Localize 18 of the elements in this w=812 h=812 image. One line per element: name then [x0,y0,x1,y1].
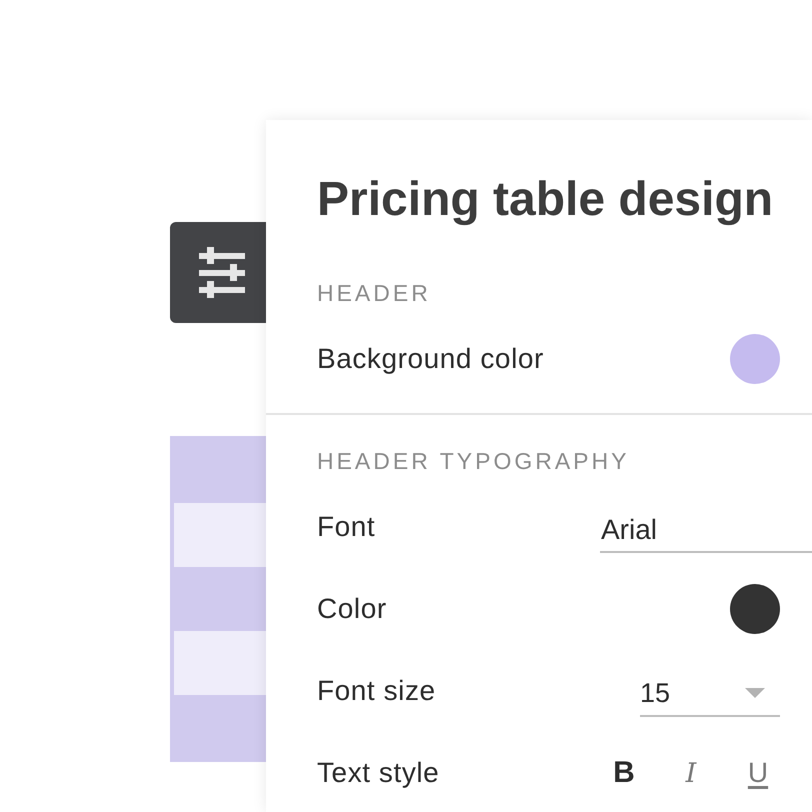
section-heading: HEADER [317,279,432,308]
settings-button[interactable] [170,222,266,323]
color-swatch-icon[interactable] [730,584,780,634]
panel-title: Pricing table design [316,172,774,228]
italic-button[interactable]: I [669,751,713,795]
bold-button[interactable]: B [602,751,646,795]
section-heading: HEADER TYPOGRAPHY [317,447,630,476]
caret-icon [745,688,765,698]
sliders-icon [199,247,245,298]
font-field[interactable]: Arial [600,509,812,553]
setting-label: Background color [317,342,544,376]
setting-label: Font size [317,674,436,708]
color-swatch-icon[interactable] [730,334,780,384]
setting-label: Font [317,510,376,544]
setting-label: Text style [317,756,440,790]
underline-button[interactable]: U [736,751,780,795]
font-size-select[interactable]: 15 [640,671,780,717]
setting-label: Color [317,592,387,626]
